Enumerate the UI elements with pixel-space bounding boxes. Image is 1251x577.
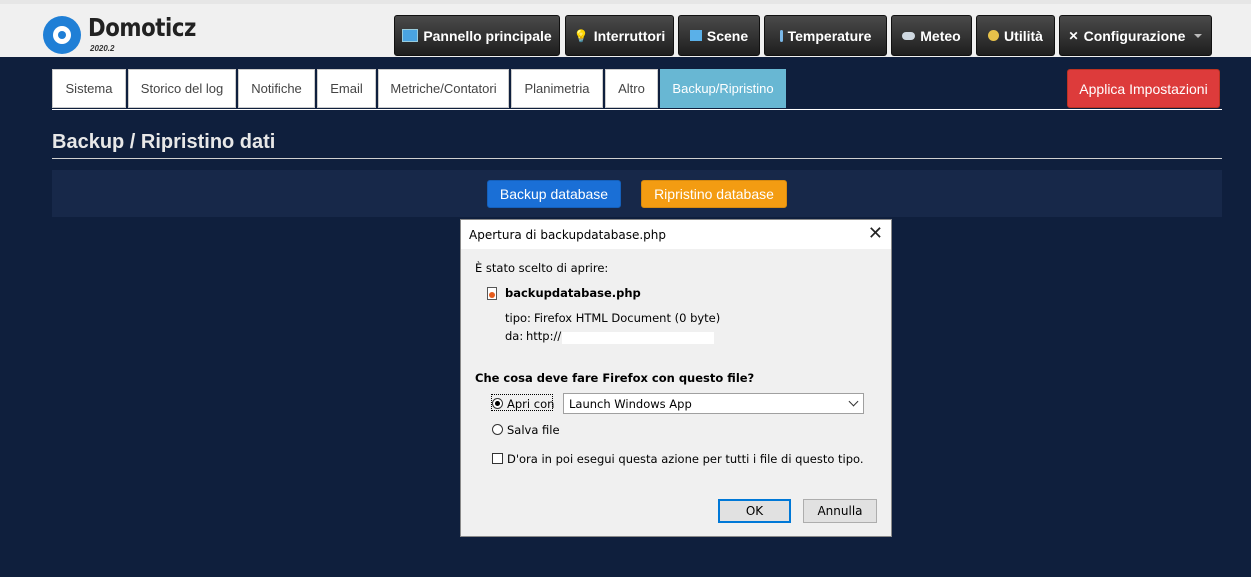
thermometer-icon	[779, 29, 783, 42]
type-value: Firefox HTML Document (0 byte)	[534, 311, 721, 325]
nav-switches[interactable]: 💡 Interruttori	[565, 15, 674, 56]
tab-backup-restore[interactable]: Backup/Ripristino	[660, 69, 786, 108]
dialog-header: Apertura di backupdatabase.php ✕	[461, 220, 891, 249]
ok-button[interactable]: OK	[718, 499, 791, 523]
chevron-down-icon	[848, 396, 859, 407]
nav-label: Utilità	[1004, 27, 1043, 44]
nav-temperature[interactable]: Temperature	[764, 15, 887, 56]
file-icon	[487, 287, 497, 300]
action-question: Che cosa deve fare Firefox con questo fi…	[475, 371, 755, 385]
title-divider	[52, 158, 1222, 159]
clapperboard-icon	[689, 30, 702, 41]
open-with-select[interactable]: Launch Windows App	[563, 393, 864, 414]
remember-label[interactable]: D'ora in poi esegui questa azione per tu…	[507, 452, 864, 466]
tab-other[interactable]: Altro	[605, 69, 658, 108]
tab-log-history[interactable]: Storico del log	[128, 69, 236, 108]
save-file-label[interactable]: Salva file	[507, 423, 560, 437]
remember-checkbox[interactable]	[492, 453, 503, 464]
tools-icon: ✕	[1068, 28, 1079, 43]
nav-label: Configurazione	[1083, 27, 1186, 44]
redacted-url	[562, 332, 714, 344]
apply-settings-button[interactable]: Applica Impostazioni	[1067, 69, 1220, 108]
cancel-button[interactable]: Annulla	[803, 499, 877, 523]
nav-weather[interactable]: Meteo	[891, 15, 972, 56]
open-with-label[interactable]: Apri con	[507, 397, 554, 411]
tab-notifications[interactable]: Notifiche	[238, 69, 315, 108]
from-label: da:	[505, 329, 524, 343]
select-value: Launch Windows App	[569, 397, 692, 411]
app-version: 2020.2	[90, 44, 115, 53]
nav-label: Interruttori	[593, 27, 666, 44]
tab-email[interactable]: Email	[317, 69, 376, 108]
domoticz-logo-icon	[43, 16, 81, 54]
lightbulb-icon: 💡	[573, 28, 589, 43]
save-file-radio[interactable]	[492, 424, 503, 435]
tab-meters[interactable]: Metriche/Contatori	[378, 69, 509, 108]
chevron-down-icon	[1194, 33, 1203, 38]
from-value: http://	[526, 329, 562, 343]
nav-dashboard[interactable]: Pannello principale	[394, 15, 560, 56]
nav-label: Meteo	[920, 27, 961, 44]
file-name: backupdatabase.php	[505, 286, 641, 300]
nav-scenes[interactable]: Scene	[678, 15, 760, 56]
restore-database-button[interactable]: Ripristino database	[641, 180, 787, 208]
backup-panel	[52, 170, 1222, 217]
open-file-dialog: Apertura di backupdatabase.php ✕ È stato…	[460, 219, 892, 537]
tab-sistema[interactable]: Sistema	[52, 69, 126, 108]
nav-configuration[interactable]: ✕ Configurazione	[1059, 15, 1212, 56]
tab-floorplan[interactable]: Planimetria	[511, 69, 603, 108]
dashboard-icon	[402, 29, 419, 42]
nav-label: Scene	[706, 27, 749, 44]
nav-label: Temperature	[787, 27, 872, 44]
utility-icon	[988, 30, 1000, 41]
close-icon[interactable]: ✕	[868, 223, 883, 244]
nav-label: Pannello principale	[423, 27, 552, 44]
backup-database-button[interactable]: Backup database	[487, 180, 621, 208]
app-name: Domoticz	[88, 13, 196, 42]
type-label: tipo:	[505, 311, 531, 325]
top-bar: Domoticz 2020.2 Pannello principale 💡 In…	[0, 0, 1251, 57]
page-title: Backup / Ripristino dati	[52, 131, 276, 153]
tab-divider	[52, 109, 1222, 110]
nav-utility[interactable]: Utilità	[976, 15, 1055, 56]
cloud-icon	[902, 31, 916, 40]
dialog-title: Apertura di backupdatabase.php	[469, 228, 666, 242]
chosen-text: È stato scelto di aprire:	[475, 261, 609, 275]
